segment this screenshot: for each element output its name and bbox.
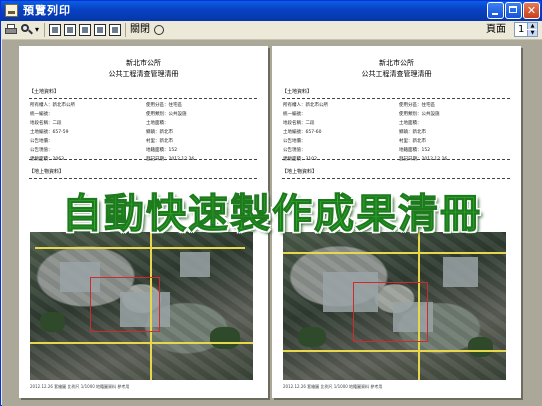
field: 公告現值：	[283, 148, 306, 153]
building-roof	[443, 257, 478, 287]
toolbar: ▾ 關閉 頁面 1 ▲ ▼	[2, 21, 542, 40]
preview-page-1: 新北市公所 公共工程清查管理清冊 【土地資料】 所有權人：新北市公所 使用分區：…	[19, 46, 268, 398]
parcel-boundary	[353, 282, 428, 342]
road-line	[283, 252, 506, 254]
divider	[282, 178, 510, 179]
print-preview-window: 預覽列印 ✕ ▾ 關閉 頁面 1 ▲ ▼ 新北市公所 公共工程清查管理清冊 【土…	[0, 0, 542, 406]
building-roof	[180, 252, 210, 277]
field: 鄉鎮：新北市	[146, 130, 173, 135]
section-structures: 【地上物資料】	[282, 169, 318, 175]
section-structures: 【地上物資料】	[29, 169, 65, 175]
divider	[29, 98, 257, 99]
parcel-boundary	[90, 277, 160, 332]
section-land: 【土地資料】	[29, 89, 60, 95]
printer-icon[interactable]	[4, 23, 18, 37]
zoom-dropdown-icon[interactable]: ▾	[35, 23, 41, 37]
aerial-map-image	[283, 232, 506, 380]
aerial-map-image	[30, 232, 253, 380]
field: 統一編號：	[30, 112, 53, 117]
close-preview-button[interactable]: 關閉	[130, 23, 152, 37]
field: 所有權人：新北市公所	[30, 103, 75, 108]
divider	[29, 159, 257, 160]
tree-canopy	[40, 312, 65, 332]
spin-down-icon[interactable]: ▼	[527, 30, 537, 36]
minimize-icon	[492, 13, 498, 15]
page-caption: 2012.12.26 套繪圖 比例尺 1/1000 地籍圖資料 參考用	[30, 384, 130, 389]
preview-page-2: 新北市公所 公共工程清查管理清冊 【土地資料】 所有權人：新北市公所 使用分區：…	[272, 46, 521, 398]
field: 所有權人：新北市公所	[283, 103, 328, 108]
spin-up-icon[interactable]: ▲	[527, 23, 537, 29]
field: 土地面積：	[146, 121, 169, 126]
app-icon	[5, 4, 18, 17]
field: 地籍面積：152	[399, 148, 431, 153]
field-grid: 所有權人：新北市公所 使用分區：住宅區 統一編號： 使用類別：公共設施 地段名稱…	[30, 102, 256, 163]
field: 村里：新北市	[146, 139, 173, 144]
road-line	[283, 350, 506, 352]
field: 使用分區：住宅區	[399, 103, 435, 108]
three-pages-icon[interactable]	[79, 24, 91, 36]
preview-area[interactable]: 新北市公所 公共工程清查管理清冊 【土地資料】 所有權人：新北市公所 使用分區：…	[2, 40, 542, 406]
field: 鄉鎮：新北市	[399, 130, 426, 135]
field: 土地編號：657-60	[283, 130, 322, 135]
field-grid: 所有權人：新北市公所 使用分區：住宅區 統一編號： 使用類別：公共設施 地段名稱…	[283, 102, 509, 163]
close-button[interactable]: ✕	[523, 2, 540, 19]
field: 使用類別：公共設施	[399, 112, 440, 117]
field: 村里：新北市	[399, 139, 426, 144]
close-preview-icon[interactable]	[154, 25, 164, 35]
page-header-line1: 新北市公所	[126, 59, 161, 67]
maximize-button[interactable]	[505, 2, 522, 19]
divider	[282, 159, 510, 160]
one-page-icon[interactable]	[49, 24, 61, 36]
close-icon: ✕	[526, 4, 537, 17]
page-number-value: 1	[518, 24, 525, 35]
page-label: 頁面	[486, 24, 506, 35]
field: 使用類別：公共設施	[146, 112, 187, 117]
road-line	[35, 247, 245, 249]
page-header-line1: 新北市公所	[379, 59, 414, 67]
field: 公告地價：	[30, 139, 53, 144]
minimize-button[interactable]	[487, 2, 504, 19]
page-header-line2: 公共工程清查管理清冊	[108, 70, 179, 78]
field: 使用分區：住宅區	[146, 103, 182, 108]
title-bar[interactable]: 預覽列印 ✕	[1, 1, 541, 21]
field: 公告現值：	[30, 148, 53, 153]
toolbar-separator	[125, 23, 126, 37]
field: 地籍面積：152	[146, 148, 178, 153]
toolbar-separator	[44, 23, 45, 37]
tree-canopy	[468, 337, 493, 357]
field: 統一編號：	[283, 112, 306, 117]
zoom-icon[interactable]	[20, 23, 34, 37]
tree-canopy	[298, 327, 326, 347]
page-caption: 2012.12.26 套繪圖 比例尺 1/1000 地籍圖資料 參考用	[283, 384, 383, 389]
road-line	[30, 342, 253, 344]
section-land: 【土地資料】	[282, 89, 313, 95]
field: 土地編號：657-59	[30, 130, 69, 135]
six-pages-icon[interactable]	[109, 24, 121, 36]
field: 地段名稱：二段	[30, 121, 62, 126]
window-title: 預覽列印	[23, 4, 71, 17]
page-number-spinner[interactable]: 1 ▲ ▼	[514, 22, 538, 37]
field: 地段名稱：二段	[283, 121, 315, 126]
field: 公告地價：	[283, 139, 306, 144]
four-pages-icon[interactable]	[94, 24, 106, 36]
tree-canopy	[210, 327, 240, 349]
divider	[29, 178, 257, 179]
two-pages-icon[interactable]	[64, 24, 76, 36]
divider	[282, 98, 510, 99]
page-header-line2: 公共工程清查管理清冊	[361, 70, 432, 78]
field: 土地面積：	[399, 121, 422, 126]
maximize-icon	[509, 6, 517, 13]
